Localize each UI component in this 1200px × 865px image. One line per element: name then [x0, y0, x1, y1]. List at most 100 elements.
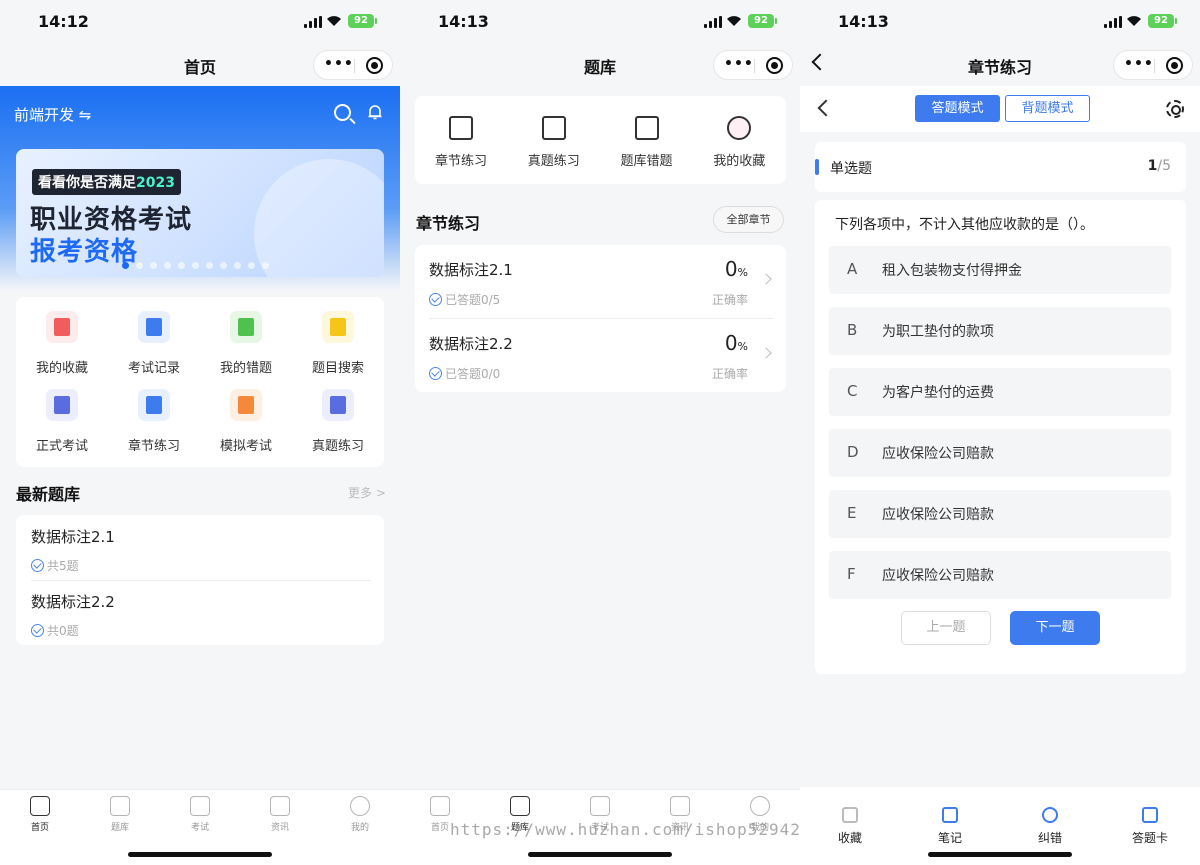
grid-item-6[interactable]: 章节练习 [108, 389, 200, 454]
home-indicator [128, 852, 272, 857]
carousel-dot[interactable] [248, 262, 255, 269]
module-4[interactable]: 我的收藏 [693, 116, 785, 169]
option-text: 为客户垫付的运费 [882, 385, 994, 401]
tab-label: 考试 [190, 823, 209, 833]
chapter-item[interactable]: 数据标注2.1 已答题0/5 0% 正确率 [429, 245, 774, 309]
wrong-bank-icon [634, 116, 659, 140]
more-icon[interactable]: ••• [324, 56, 354, 72]
tool-label: 答题卡 [1131, 831, 1168, 845]
carousel-dot[interactable] [178, 262, 185, 269]
carousel-dot[interactable] [192, 262, 199, 269]
module-label: 我的收藏 [713, 154, 766, 169]
option-e[interactable]: E 应收保险公司赔款 [829, 490, 1171, 538]
option-d[interactable]: D 应收保险公司赔款 [829, 429, 1171, 477]
carousel-dot[interactable] [220, 262, 227, 269]
close-mini-program-icon[interactable] [1166, 57, 1183, 74]
tool-star[interactable]: 收藏 [800, 807, 900, 846]
grid-item-label: 正式考试 [35, 439, 88, 454]
tab-news[interactable]: 资讯 [240, 796, 320, 833]
tool-pen[interactable]: 笔记 [900, 807, 1000, 846]
chevron-left-icon[interactable] [817, 99, 835, 117]
recite-mode-tab[interactable]: 背题模式 [1005, 95, 1090, 122]
module-label: 题库错题 [620, 154, 673, 169]
mini-program-capsule[interactable]: ••• [713, 50, 793, 80]
module-2[interactable]: 真题练习 [508, 116, 600, 169]
mini-program-capsule[interactable]: ••• [313, 50, 393, 80]
search-icon[interactable] [334, 104, 351, 121]
carousel-indicator[interactable] [122, 262, 269, 269]
option-b[interactable]: B 为职工垫付的款项 [829, 307, 1171, 355]
next-question-button[interactable]: 下一题 [1010, 611, 1100, 645]
category-switcher[interactable]: 前端开发 ⇋ [14, 104, 91, 125]
bell-icon[interactable] [367, 104, 383, 120]
option-c[interactable]: C 为客户垫付的运费 [829, 368, 1171, 416]
option-key: F [847, 565, 856, 583]
carousel-dot[interactable] [262, 262, 269, 269]
grid-item-4[interactable]: 题目搜索 [292, 311, 384, 376]
grid-item-2[interactable]: 考试记录 [108, 311, 200, 376]
real-exam-icon [322, 389, 354, 421]
list-item-title: 数据标注2.1 [31, 528, 115, 546]
check-circle-icon [429, 293, 442, 306]
more-icon[interactable]: ••• [724, 56, 754, 72]
accuracy-value: 0% [724, 331, 748, 355]
tool-magnify-plus[interactable]: 纠错 [1000, 807, 1100, 846]
chapter-progress: 已答题0/0 [445, 367, 501, 381]
profile-icon [350, 796, 370, 816]
tab-label: 首页 [30, 823, 49, 833]
option-a[interactable]: A 租入包装物支付得押金 [829, 246, 1171, 294]
status-bar: 14:13 92 [400, 0, 800, 44]
more-link[interactable]: 更多 > [348, 484, 386, 501]
tool-answer-card[interactable]: 答题卡 [1100, 807, 1200, 846]
all-chapters-button[interactable]: 全部章节 [713, 206, 784, 233]
battery-icon: 92 [748, 14, 777, 28]
star-icon [842, 807, 858, 823]
close-mini-program-icon[interactable] [366, 57, 383, 74]
module-1[interactable]: 章节练习 [415, 116, 507, 169]
carousel-dot[interactable] [136, 262, 143, 269]
carousel-dot[interactable] [234, 262, 241, 269]
question-bank-icon [110, 796, 130, 816]
tab-home[interactable]: 首页 [0, 796, 80, 833]
document-icon [541, 116, 566, 140]
option-key: D [847, 443, 859, 461]
question-counter: 1/5 [1147, 158, 1171, 174]
more-icon[interactable]: ••• [1124, 56, 1154, 72]
option-f[interactable]: F 应收保险公司赔款 [829, 551, 1171, 599]
tool-label: 纠错 [1037, 831, 1062, 845]
grid-item-label: 我的收藏 [35, 361, 88, 376]
banner-carousel[interactable]: 看看你是否满足2023 职业资格考试 报考资格 [16, 149, 384, 277]
list-item[interactable]: 数据标注2.2 共0题 [31, 591, 371, 639]
answer-mode-tab[interactable]: 答题模式 [915, 95, 1000, 122]
prev-question-button[interactable]: 上一题 [901, 611, 991, 645]
close-mini-program-icon[interactable] [766, 57, 783, 74]
tab-profile[interactable]: 我的 [320, 796, 400, 833]
question-bank-screen: 14:13 92 题库 ••• 章节练习 真题练习 题库错题 我的收藏 章节练习 全部… [400, 0, 800, 865]
exam-record-icon [138, 311, 170, 343]
grid-item-8[interactable]: 真题练习 [292, 389, 384, 454]
tab-exam[interactable]: 考试 [160, 796, 240, 833]
chapter-item[interactable]: 数据标注2.2 已答题0/0 0% 正确率 [429, 319, 774, 383]
gear-icon[interactable] [1166, 100, 1184, 118]
banner-tag: 看看你是否满足2023 [32, 169, 181, 195]
mini-program-capsule[interactable]: ••• [1113, 50, 1193, 80]
carousel-dot[interactable] [164, 262, 171, 269]
grid-item-5[interactable]: 正式考试 [16, 389, 108, 454]
list-item-count: 共5题 [47, 559, 79, 573]
grid-item-label: 章节练习 [127, 439, 180, 454]
carousel-dot[interactable] [150, 262, 157, 269]
grid-item-1[interactable]: 我的收藏 [16, 311, 108, 376]
tool-label: 笔记 [937, 831, 962, 845]
formal-exam-icon [46, 389, 78, 421]
list-item-title: 数据标注2.2 [31, 593, 115, 611]
grid-item-7[interactable]: 模拟考试 [200, 389, 292, 454]
chevron-right-icon [760, 273, 772, 285]
carousel-dot[interactable] [122, 262, 129, 269]
tab-question-bank[interactable]: 题库 [80, 796, 160, 833]
tab-label: 我的 [350, 823, 369, 833]
carousel-dot[interactable] [206, 262, 213, 269]
module-3[interactable]: 题库错题 [601, 116, 693, 169]
list-item[interactable]: 数据标注2.1 共5题 [31, 526, 371, 574]
chevron-right-icon [760, 347, 772, 359]
grid-item-3[interactable]: 我的错题 [200, 311, 292, 376]
